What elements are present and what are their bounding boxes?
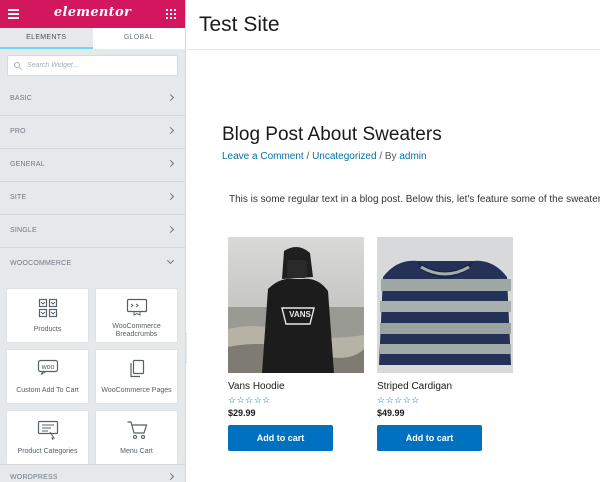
- category-link[interactable]: Uncategorized: [312, 151, 376, 162]
- elementor-editor: elementor ELEMENTS GLOBAL BASIC PRO GENE…: [0, 0, 600, 482]
- product-name[interactable]: Striped Cardigan: [377, 381, 513, 392]
- category-basic[interactable]: BASIC: [0, 83, 185, 116]
- chevron-right-icon: [166, 126, 175, 135]
- widget-custom-add-to-cart[interactable]: woo Custom Add To Cart: [6, 349, 89, 404]
- elementor-panel: elementor ELEMENTS GLOBAL BASIC PRO GENE…: [0, 0, 186, 482]
- products-icon: [38, 298, 57, 318]
- chevron-right-icon: [166, 93, 175, 102]
- widget-grid: Products WooCommerce Breadcrumbs woo Cus…: [0, 281, 185, 465]
- add-to-cart-button[interactable]: Add to cart: [228, 425, 333, 451]
- product-price: $29.99: [228, 408, 256, 418]
- category-label: GENERAL: [10, 161, 45, 168]
- category-general[interactable]: GENERAL: [0, 149, 185, 182]
- author-link[interactable]: admin: [399, 151, 426, 162]
- widget-product-categories[interactable]: Product Categories: [6, 410, 89, 465]
- product-price: $49.99: [377, 408, 405, 418]
- category-label: PRO: [10, 128, 26, 135]
- category-pro[interactable]: PRO: [0, 116, 185, 149]
- hoodie-print-text: VANS: [289, 310, 311, 319]
- svg-text:woo: woo: [40, 364, 54, 371]
- widget-woocommerce-pages[interactable]: WooCommerce Pages: [95, 349, 178, 404]
- pages-icon: [129, 359, 144, 378]
- chevron-right-icon: [166, 159, 175, 168]
- search-input[interactable]: [27, 62, 167, 69]
- widget-label: WooCommerce Pages: [101, 387, 172, 394]
- rating-stars: ☆☆☆☆☆: [377, 395, 420, 405]
- category-label: WORDPRESS: [10, 474, 58, 481]
- post-title: Blog Post About Sweaters: [222, 124, 442, 145]
- site-preview: Test Site Blog Post About Sweaters Leave…: [187, 0, 600, 482]
- rating-stars: ☆☆☆☆☆: [228, 395, 271, 405]
- site-header: Test Site: [187, 0, 600, 50]
- categories-icon: [37, 420, 58, 440]
- widget-label: WooCommerce Breadcrumbs: [112, 323, 161, 338]
- post-body-text: This is some regular text in a blog post…: [229, 194, 600, 205]
- widget-woocommerce-breadcrumbs[interactable]: WooCommerce Breadcrumbs: [95, 288, 178, 343]
- chevron-right-icon: [166, 225, 175, 234]
- post-meta: Leave a Comment / Uncategorized / By adm…: [222, 151, 427, 162]
- panel-header: elementor: [0, 0, 185, 28]
- cart-icon: [127, 421, 147, 440]
- grid-icon[interactable]: [166, 9, 176, 19]
- widget-label: Custom Add To Cart: [16, 387, 79, 394]
- widget-label: Menu Cart: [120, 448, 153, 455]
- widget-products[interactable]: Products: [6, 288, 89, 343]
- meta-separator: /: [303, 151, 313, 162]
- category-single[interactable]: SINGLE: [0, 215, 185, 248]
- category-label: SITE: [10, 194, 27, 201]
- chevron-right-icon: [166, 472, 175, 481]
- widget-menu-cart[interactable]: Menu Cart: [95, 410, 178, 465]
- add-to-cart-button[interactable]: Add to cart: [377, 425, 482, 451]
- product-card: VANS Vans Hoodie ☆☆☆☆☆ $29.99 Add to car…: [228, 237, 364, 451]
- widget-label: Product Categories: [17, 448, 78, 455]
- hoodie-image: [228, 237, 364, 373]
- elementor-logo: elementor: [53, 5, 132, 20]
- product-image[interactable]: VANS: [228, 237, 364, 373]
- comment-link[interactable]: Leave a Comment: [222, 151, 304, 162]
- tab-global[interactable]: GLOBAL: [93, 28, 186, 49]
- category-label: WOOCOMMERCE: [10, 260, 72, 267]
- category-wordpress[interactable]: WORDPRESS: [0, 464, 185, 482]
- woo-icon: woo: [37, 359, 58, 375]
- product-image[interactable]: [377, 237, 513, 373]
- chevron-down-icon: [166, 256, 175, 265]
- chevron-right-icon: [166, 192, 175, 201]
- cardigan-image: [377, 237, 513, 373]
- category-label: BASIC: [10, 95, 33, 102]
- product-card: Striped Cardigan ☆☆☆☆☆ $49.99 Add to car…: [377, 237, 513, 451]
- search-container: [0, 49, 185, 83]
- category-site[interactable]: SITE: [0, 182, 185, 215]
- widget-label: Products: [33, 326, 62, 333]
- meta-by: / By: [376, 151, 400, 162]
- breadcrumbs-icon: [126, 298, 147, 316]
- tab-elements[interactable]: ELEMENTS: [0, 28, 93, 49]
- category-woocommerce[interactable]: WOOCOMMERCE: [0, 248, 185, 281]
- search-icon: [14, 61, 22, 70]
- site-title[interactable]: Test Site: [199, 13, 280, 37]
- search-box: [7, 55, 178, 76]
- panel-tabs: ELEMENTS GLOBAL: [0, 28, 185, 49]
- category-label: SINGLE: [10, 227, 37, 234]
- product-name[interactable]: Vans Hoodie: [228, 381, 364, 392]
